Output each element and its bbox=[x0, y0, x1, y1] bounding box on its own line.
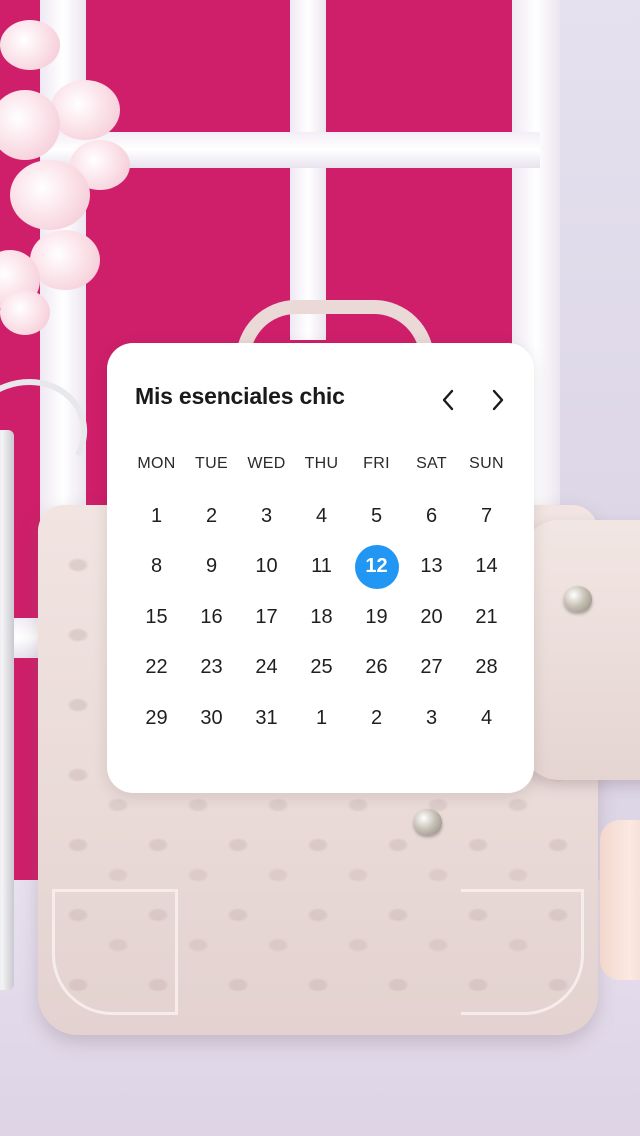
calendar-day[interactable]: 14 bbox=[459, 542, 514, 593]
day-number: 3 bbox=[260, 504, 273, 527]
calendar-title: Mis esenciales chic bbox=[135, 383, 345, 409]
day-number: 8 bbox=[150, 555, 163, 578]
day-number: 10 bbox=[255, 555, 278, 578]
calendar-day[interactable]: 8 bbox=[129, 542, 184, 593]
day-number: 21 bbox=[475, 605, 498, 628]
day-number: 9 bbox=[205, 555, 218, 578]
day-number: 1 bbox=[315, 706, 328, 729]
calendar-day[interactable]: 25 bbox=[294, 643, 349, 694]
calendar-day[interactable]: 11 bbox=[294, 542, 349, 593]
calendar-day[interactable]: 30 bbox=[184, 693, 239, 744]
weekday-label: THU bbox=[304, 455, 339, 472]
day-number: 30 bbox=[200, 706, 223, 729]
calendar-day[interactable]: 27 bbox=[404, 643, 459, 694]
calendar-day[interactable]: 1 bbox=[129, 491, 184, 542]
weekday-label: TUE bbox=[195, 455, 228, 472]
day-number: 17 bbox=[255, 605, 278, 628]
day-number: 27 bbox=[420, 656, 443, 679]
calendar-day[interactable]: 2 bbox=[184, 491, 239, 542]
window-frame bbox=[290, 0, 326, 340]
day-number: 18 bbox=[310, 605, 333, 628]
calendar-day[interactable]: 22 bbox=[129, 643, 184, 694]
calendar-day[interactable]: 15 bbox=[129, 592, 184, 643]
calendar-day[interactable]: 21 bbox=[459, 592, 514, 643]
calendar-day[interactable]: 17 bbox=[239, 592, 294, 643]
day-number: 4 bbox=[480, 706, 493, 729]
weekday-label: FRI bbox=[363, 455, 390, 472]
day-number: 6 bbox=[425, 504, 438, 527]
prev-month-button[interactable] bbox=[435, 389, 461, 415]
calendar-day[interactable]: 5 bbox=[349, 491, 404, 542]
scene: Mis esenciales chic MON TUE WED THU FRI … bbox=[0, 0, 640, 1136]
day-number: 5 bbox=[370, 504, 383, 527]
day-number: 11 bbox=[311, 555, 332, 578]
day-number: 28 bbox=[475, 656, 498, 679]
day-number: 4 bbox=[315, 504, 328, 527]
weekday-header: MON TUE WED THU FRI SAT SUN bbox=[129, 455, 514, 473]
calendar-day[interactable]: 10 bbox=[239, 542, 294, 593]
day-number: 20 bbox=[420, 605, 443, 628]
chevron-right-icon bbox=[491, 389, 505, 416]
calendar-card: Mis esenciales chic MON TUE WED THU FRI … bbox=[107, 343, 534, 793]
calendar-day[interactable]: 26 bbox=[349, 643, 404, 694]
calendar-day[interactable]: 23 bbox=[184, 643, 239, 694]
bag-corner-trim bbox=[52, 889, 178, 1015]
heart-charm-image bbox=[564, 586, 592, 612]
day-number: 23 bbox=[200, 656, 223, 679]
calendar-day[interactable]: 4 bbox=[294, 491, 349, 542]
weekday-label: WED bbox=[247, 455, 286, 472]
day-number: 22 bbox=[145, 656, 168, 679]
bottle-image bbox=[0, 430, 14, 990]
calendar-day[interactable]: 6 bbox=[404, 491, 459, 542]
day-number: 2 bbox=[205, 504, 218, 527]
day-number: 16 bbox=[200, 605, 223, 628]
day-number: 12 bbox=[354, 544, 399, 589]
day-number: 29 bbox=[145, 706, 168, 729]
calendar-day[interactable]: 13 bbox=[404, 542, 459, 593]
calendar-day[interactable]: 7 bbox=[459, 491, 514, 542]
day-number: 15 bbox=[145, 605, 168, 628]
weekday-label: SAT bbox=[416, 455, 447, 472]
bag-corner-trim bbox=[461, 889, 584, 1015]
calendar-day[interactable]: 2 bbox=[349, 693, 404, 744]
calendar-day[interactable]: 4 bbox=[459, 693, 514, 744]
strap-image bbox=[600, 820, 640, 980]
day-number: 24 bbox=[255, 656, 278, 679]
calendar-day[interactable]: 3 bbox=[404, 693, 459, 744]
pouch-image bbox=[520, 520, 640, 780]
day-number: 3 bbox=[425, 706, 438, 729]
calendar-day[interactable]: 18 bbox=[294, 592, 349, 643]
calendar-day[interactable]: 1 bbox=[294, 693, 349, 744]
calendar-day[interactable]: 31 bbox=[239, 693, 294, 744]
weekday-label: SUN bbox=[469, 455, 504, 472]
day-number: 7 bbox=[480, 504, 493, 527]
calendar-day[interactable]: 20 bbox=[404, 592, 459, 643]
calendar-day[interactable]: 29 bbox=[129, 693, 184, 744]
day-number: 19 bbox=[365, 605, 388, 628]
day-number: 13 bbox=[420, 555, 443, 578]
calendar-day[interactable]: 16 bbox=[184, 592, 239, 643]
calendar-days-grid: 1 2 3 4 5 6 7 8 9 10 11 12 13 14 15 16 1… bbox=[129, 491, 514, 744]
day-number: 26 bbox=[365, 656, 388, 679]
next-month-button[interactable] bbox=[485, 389, 511, 415]
day-number: 2 bbox=[370, 706, 383, 729]
calendar-day[interactable]: 9 bbox=[184, 542, 239, 593]
calendar-day[interactable]: 28 bbox=[459, 643, 514, 694]
day-number: 1 bbox=[150, 504, 163, 527]
day-number: 31 bbox=[255, 706, 278, 729]
heart-charm-image bbox=[414, 809, 442, 835]
calendar-day[interactable]: 3 bbox=[239, 491, 294, 542]
chevron-left-icon bbox=[441, 389, 455, 416]
day-number: 25 bbox=[310, 656, 333, 679]
calendar-day[interactable]: 24 bbox=[239, 643, 294, 694]
flowers-image bbox=[0, 20, 140, 340]
weekday-label: MON bbox=[137, 455, 176, 472]
calendar-day-selected[interactable]: 12 bbox=[349, 542, 404, 593]
calendar-day[interactable]: 19 bbox=[349, 592, 404, 643]
day-number: 14 bbox=[475, 555, 498, 578]
